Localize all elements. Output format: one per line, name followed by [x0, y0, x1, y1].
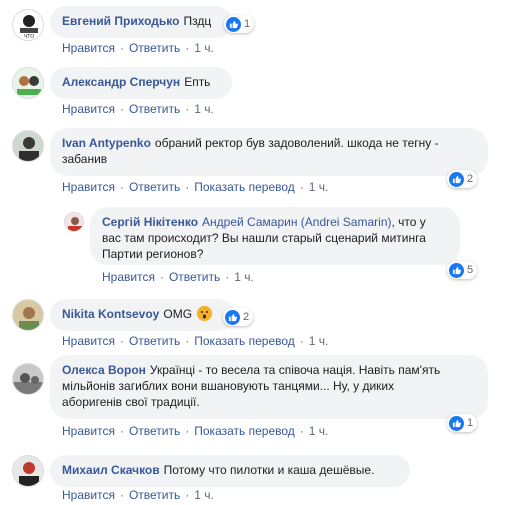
avatar[interactable]: ЧТО: [12, 9, 44, 41]
comment-text: OMG: [163, 307, 193, 321]
timestamp[interactable]: 1 ч.: [309, 334, 329, 348]
like-count: 2: [467, 173, 474, 185]
mention-link[interactable]: Андрей Самарин (Andrei Samarin): [202, 215, 391, 229]
comment-text: обраний ректор був задоволений. шкода не…: [154, 136, 439, 150]
reply-link[interactable]: Ответить: [129, 334, 180, 348]
comment-text: Потому что пилотки и каша дешёвые.: [163, 463, 375, 477]
like-link[interactable]: Нравится: [62, 424, 115, 438]
reactions-badge[interactable]: 2: [447, 170, 478, 188]
avatar[interactable]: [12, 363, 44, 395]
like-icon: [449, 415, 464, 431]
comment-text: Епть: [184, 75, 211, 89]
comment-text: вас там происходит? Вы нашли старый сцен…: [102, 231, 426, 245]
reply-link[interactable]: Ответить: [169, 270, 220, 284]
svg-text:ЧТО: ЧТО: [24, 34, 34, 40]
comment-actions: Нравится · Ответить · Показать перевод · 1 ч.: [62, 180, 329, 194]
comment-text: Українці - то весела та співоча нація. Н…: [149, 363, 441, 377]
comment-author[interactable]: Олекса Ворон: [62, 363, 146, 377]
comment-actions: Нравится · Ответить · 1 ч.: [62, 41, 214, 55]
comment-text: забанив: [62, 152, 108, 166]
like-count: 1: [244, 18, 251, 30]
reply-link[interactable]: Ответить: [129, 41, 180, 55]
reactions-badge[interactable]: 5: [447, 261, 478, 279]
reply-link[interactable]: Ответить: [129, 102, 180, 116]
like-count: 5: [467, 264, 474, 276]
like-count: 1: [467, 417, 474, 429]
comment-actions: Нравится · Ответить · Показать перевод · 1 ч.: [62, 334, 329, 348]
comment-bubble: Ivan Antypenko обраний ректор був задовол…: [50, 128, 488, 176]
comment-text: Партии регионов?: [102, 247, 204, 261]
avatar[interactable]: [12, 67, 44, 99]
timestamp[interactable]: 1 ч.: [194, 488, 214, 502]
wow-emoji-icon: [197, 306, 213, 321]
timestamp[interactable]: 1 ч.: [194, 41, 214, 55]
avatar[interactable]: [64, 212, 84, 232]
like-link[interactable]: Нравится: [62, 102, 115, 116]
like-link[interactable]: Нравится: [62, 41, 115, 55]
reply-link[interactable]: Ответить: [129, 424, 180, 438]
reactions-badge[interactable]: 1: [447, 414, 478, 432]
comment-actions: Нравится · Ответить · 1 ч.: [62, 102, 214, 116]
comment-author[interactable]: Евгений Приходько: [62, 14, 179, 28]
comment-bubble: Евгений Приходько Пздц: [50, 6, 232, 38]
comment-author[interactable]: Nikita Kontsevoy: [62, 307, 159, 321]
timestamp[interactable]: 1 ч.: [234, 270, 254, 284]
reactions-badge[interactable]: 2: [223, 308, 254, 326]
comment-bubble: Nikita Kontsevoy OMG: [50, 299, 234, 331]
comment-author[interactable]: Ivan Antypenko: [62, 136, 151, 150]
like-icon: [449, 262, 464, 278]
show-translation-link[interactable]: Показать перевод: [194, 334, 295, 348]
like-link[interactable]: Нравится: [62, 334, 115, 348]
comment-bubble: Сергій Нікітенко Андрей Самарин (Andrei S…: [90, 207, 460, 265]
avatar[interactable]: [12, 299, 44, 331]
comment-bubble: Михаил Скачков Потому что пилотки и каша …: [50, 455, 410, 487]
comment-text: мільйонів загиблих вони вшановують танця…: [62, 379, 395, 393]
reactions-badge[interactable]: 1: [224, 15, 255, 33]
comment-author[interactable]: Сергій Нікітенко: [102, 215, 198, 229]
show-translation-link[interactable]: Показать перевод: [194, 424, 295, 438]
like-icon: [225, 309, 240, 325]
like-link[interactable]: Нравится: [62, 488, 115, 502]
like-link[interactable]: Нравится: [102, 270, 155, 284]
comment-bubble: Александр Сперчун Епть: [50, 67, 232, 99]
comment-actions: Нравится · Ответить · 1 ч.: [102, 270, 254, 284]
comment-bubble: Олекса Ворон Українці - то весела та спів…: [50, 355, 488, 419]
comment-actions: Нравится · Ответить · 1 ч.: [62, 488, 214, 502]
timestamp[interactable]: 1 ч.: [194, 102, 214, 116]
comment-text: аборигенів свої традиції.: [62, 395, 200, 409]
reply-link[interactable]: Ответить: [129, 180, 180, 194]
like-icon: [226, 16, 241, 32]
timestamp[interactable]: 1 ч.: [309, 424, 329, 438]
show-translation-link[interactable]: Показать перевод: [194, 180, 295, 194]
like-count: 2: [243, 311, 250, 323]
comment-text: , что у: [391, 215, 426, 229]
comment-actions: Нравится · Ответить · Показать перевод · 1 ч.: [62, 424, 329, 438]
timestamp[interactable]: 1 ч.: [309, 180, 329, 194]
comment-author[interactable]: Михаил Скачков: [62, 463, 160, 477]
comment-text: Пздц: [183, 14, 212, 28]
avatar[interactable]: [12, 130, 44, 162]
avatar[interactable]: [12, 455, 44, 487]
comment-author[interactable]: Александр Сперчун: [62, 75, 180, 89]
like-icon: [449, 171, 464, 187]
reply-link[interactable]: Ответить: [129, 488, 180, 502]
like-link[interactable]: Нравится: [62, 180, 115, 194]
